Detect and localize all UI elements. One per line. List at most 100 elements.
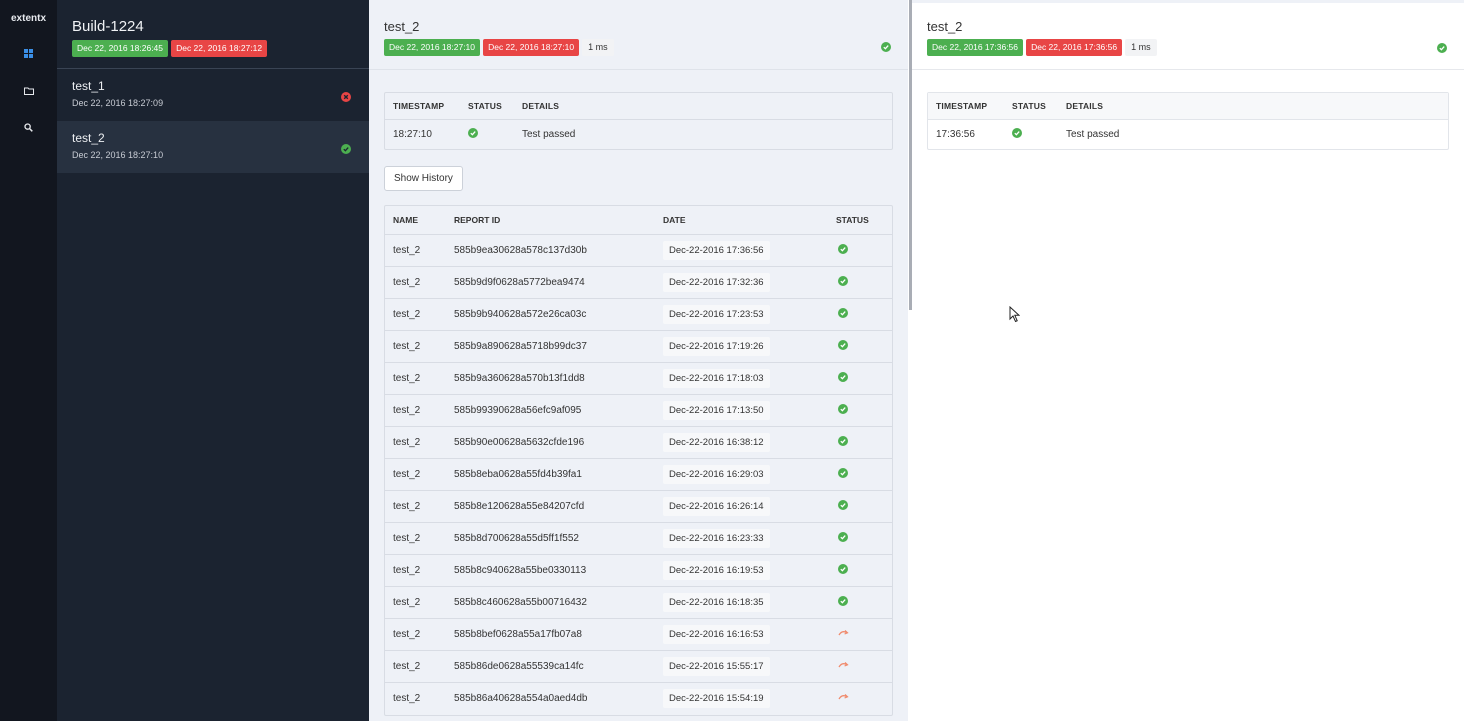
test-list-item[interactable]: test_2 Dec 22, 2016 18:27:10 <box>57 121 369 173</box>
build-start-badge: Dec 22, 2016 18:26:45 <box>72 40 169 57</box>
log-timestamp: 18:27:10 <box>385 119 460 149</box>
brand-logo[interactable]: extentx <box>0 0 57 35</box>
detail-end-badge: Dec 22, 2016 18:27:10 <box>483 39 580 56</box>
col-details: DETAILS <box>1058 93 1448 120</box>
log-status <box>1004 119 1058 149</box>
history-status <box>828 330 892 363</box>
history-name: test_2 <box>385 522 446 555</box>
history-name: test_2 <box>385 682 446 715</box>
nav-folders[interactable] <box>0 72 57 109</box>
history-row[interactable]: test_2 585b8eba0628a55fd4b39fa1 Dec-22-201… <box>385 458 892 491</box>
history-report-id[interactable]: 585b8c940628a55be0330113 <box>446 554 655 587</box>
history-report-id[interactable]: 585b9a890628a5718b99dc37 <box>446 330 655 363</box>
mouse-cursor-icon <box>1009 306 1020 323</box>
pass-icon <box>838 436 848 446</box>
pass-icon <box>838 244 848 254</box>
detail-duration-badge: 1 ms <box>582 39 614 56</box>
col-report-id: REPORT ID <box>454 215 501 225</box>
history-report-id[interactable]: 585b9ea30628a578c137d30b <box>446 234 655 267</box>
history-row[interactable]: test_2 585b8c460628a55b00716432 Dec-22-201… <box>385 586 892 619</box>
pass-icon <box>838 404 848 414</box>
log-details: Test passed <box>514 119 892 149</box>
history-row[interactable]: test_2 585b99390628a56efc9af095 Dec-22-201… <box>385 394 892 427</box>
history-date-pill: Dec-22-2016 16:19:53 <box>663 561 770 580</box>
history-name: test_2 <box>385 618 446 651</box>
history-date-pill: Dec-22-2016 17:13:50 <box>663 401 770 420</box>
history-name: test_2 <box>385 362 446 395</box>
history-report-id[interactable]: 585b8d700628a55d5ff1f552 <box>446 522 655 555</box>
col-details: DETAILS <box>522 101 560 111</box>
history-row[interactable]: test_2 585b8bef0628a55a17fb07a8 Dec-22-201… <box>385 618 892 651</box>
dashboard-icon <box>24 49 33 58</box>
history-report-id[interactable]: 585b8c460628a55b00716432 <box>446 586 655 619</box>
nav-search[interactable] <box>0 109 57 146</box>
test-name: test_2 <box>72 131 105 145</box>
test-time: Dec 22, 2016 18:27:09 <box>72 98 164 108</box>
history-report-id[interactable]: 585b9b940628a572e26ca03c <box>446 298 655 331</box>
pass-icon <box>838 532 848 542</box>
history-row[interactable]: test_2 585b9a360628a570b13f1dd8 Dec-22-201… <box>385 362 892 395</box>
history-row[interactable]: test_2 585b9a890628a5718b99dc37 Dec-22-201… <box>385 330 892 363</box>
nav-dashboard[interactable] <box>0 35 57 72</box>
history-name: test_2 <box>385 266 446 299</box>
build-header: Build-1224 Dec 22, 2016 18:26:45 Dec 22,… <box>57 0 369 69</box>
pass-icon <box>838 468 848 478</box>
history-report-id[interactable]: 585b8bef0628a55a17fb07a8 <box>446 618 655 651</box>
history-date-pill: Dec-22-2016 16:26:14 <box>663 497 770 516</box>
history-name: test_2 <box>385 586 446 619</box>
history-report-id[interactable]: 585b86a40628a554a0aed4db <box>446 682 655 715</box>
history-status <box>828 458 892 491</box>
detail-title: test_2 <box>384 19 420 34</box>
history-row[interactable]: test_2 585b9d9f0628a5772bea9474 Dec-22-201… <box>385 266 892 299</box>
history-report-id[interactable]: 585b99390628a56efc9af095 <box>446 394 655 427</box>
history-row[interactable]: test_2 585b9b940628a572e26ca03c Dec-22-201… <box>385 298 892 331</box>
history-report-id[interactable]: 585b8eba0628a55fd4b39fa1 <box>446 458 655 491</box>
col-status: STATUS <box>1004 93 1058 120</box>
history-row[interactable]: test_2 585b86a40628a554a0aed4db Dec-22-201… <box>385 682 892 715</box>
history-date-pill: Dec-22-2016 16:29:03 <box>663 465 770 484</box>
history-name: test_2 <box>385 650 446 683</box>
history-date-pill: Dec-22-2016 17:36:56 <box>663 241 770 260</box>
history-date: Dec-22-2016 16:38:12 <box>655 426 828 459</box>
history-status <box>828 298 892 331</box>
log-row: 18:27:10 Test passed <box>385 119 892 149</box>
fail-icon <box>341 92 351 102</box>
pass-icon <box>881 42 891 52</box>
test-name: test_1 <box>72 79 105 93</box>
show-history-button[interactable]: Show History <box>384 166 463 191</box>
history-date-pill: Dec-22-2016 15:54:19 <box>663 689 770 709</box>
history-report-id[interactable]: 585b86de0628a55539ca14fc <box>446 650 655 683</box>
search-icon <box>24 123 33 132</box>
history-date: Dec-22-2016 16:18:35 <box>655 586 828 619</box>
history-date-pill: Dec-22-2016 16:18:35 <box>663 593 770 612</box>
history-name: test_2 <box>385 490 446 523</box>
history-row[interactable]: test_2 585b8c940628a55be0330113 Dec-22-201… <box>385 554 892 587</box>
col-name: NAME <box>393 215 419 225</box>
build-title: Build-1224 <box>72 18 144 35</box>
history-status <box>828 682 892 715</box>
history-row[interactable]: test_2 585b86de0628a55539ca14fc Dec-22-201… <box>385 650 892 683</box>
history-name: test_2 <box>385 298 446 331</box>
history-date-pill: Dec-22-2016 17:32:36 <box>663 273 770 292</box>
pass-icon <box>1437 43 1447 53</box>
test-list-item[interactable]: test_1 Dec 22, 2016 18:27:09 <box>57 69 369 121</box>
history-report-id[interactable]: 585b9a360628a570b13f1dd8 <box>446 362 655 395</box>
pass-icon <box>1012 128 1022 138</box>
history-report-id[interactable]: 585b8e120628a55e84207cfd <box>446 490 655 523</box>
history-report-id[interactable]: 585b9d9f0628a5772bea9474 <box>446 266 655 299</box>
history-date-pill: Dec-22-2016 17:18:03 <box>663 369 770 388</box>
test-time: Dec 22, 2016 18:27:10 <box>72 150 164 160</box>
history-status <box>828 618 892 651</box>
history-date: Dec-22-2016 17:19:26 <box>655 330 828 363</box>
pass-icon <box>468 128 478 138</box>
history-row[interactable]: test_2 585b9ea30628a578c137d30b Dec-22-201… <box>385 234 892 267</box>
history-row[interactable]: test_2 585b8d700628a55d5ff1f552 Dec-22-201… <box>385 522 892 555</box>
history-row[interactable]: test_2 585b90e00628a5632cfde196 Dec-22-201… <box>385 426 892 459</box>
history-status <box>828 586 892 619</box>
history-row[interactable]: test_2 585b8e120628a55e84207cfd Dec-22-201… <box>385 490 892 523</box>
history-date: Dec-22-2016 16:29:03 <box>655 458 828 491</box>
history-status <box>828 490 892 523</box>
log-details: Test passed <box>1058 119 1448 149</box>
history-report-id[interactable]: 585b90e00628a5632cfde196 <box>446 426 655 459</box>
compare-duration-badge: 1 ms <box>1125 39 1157 56</box>
